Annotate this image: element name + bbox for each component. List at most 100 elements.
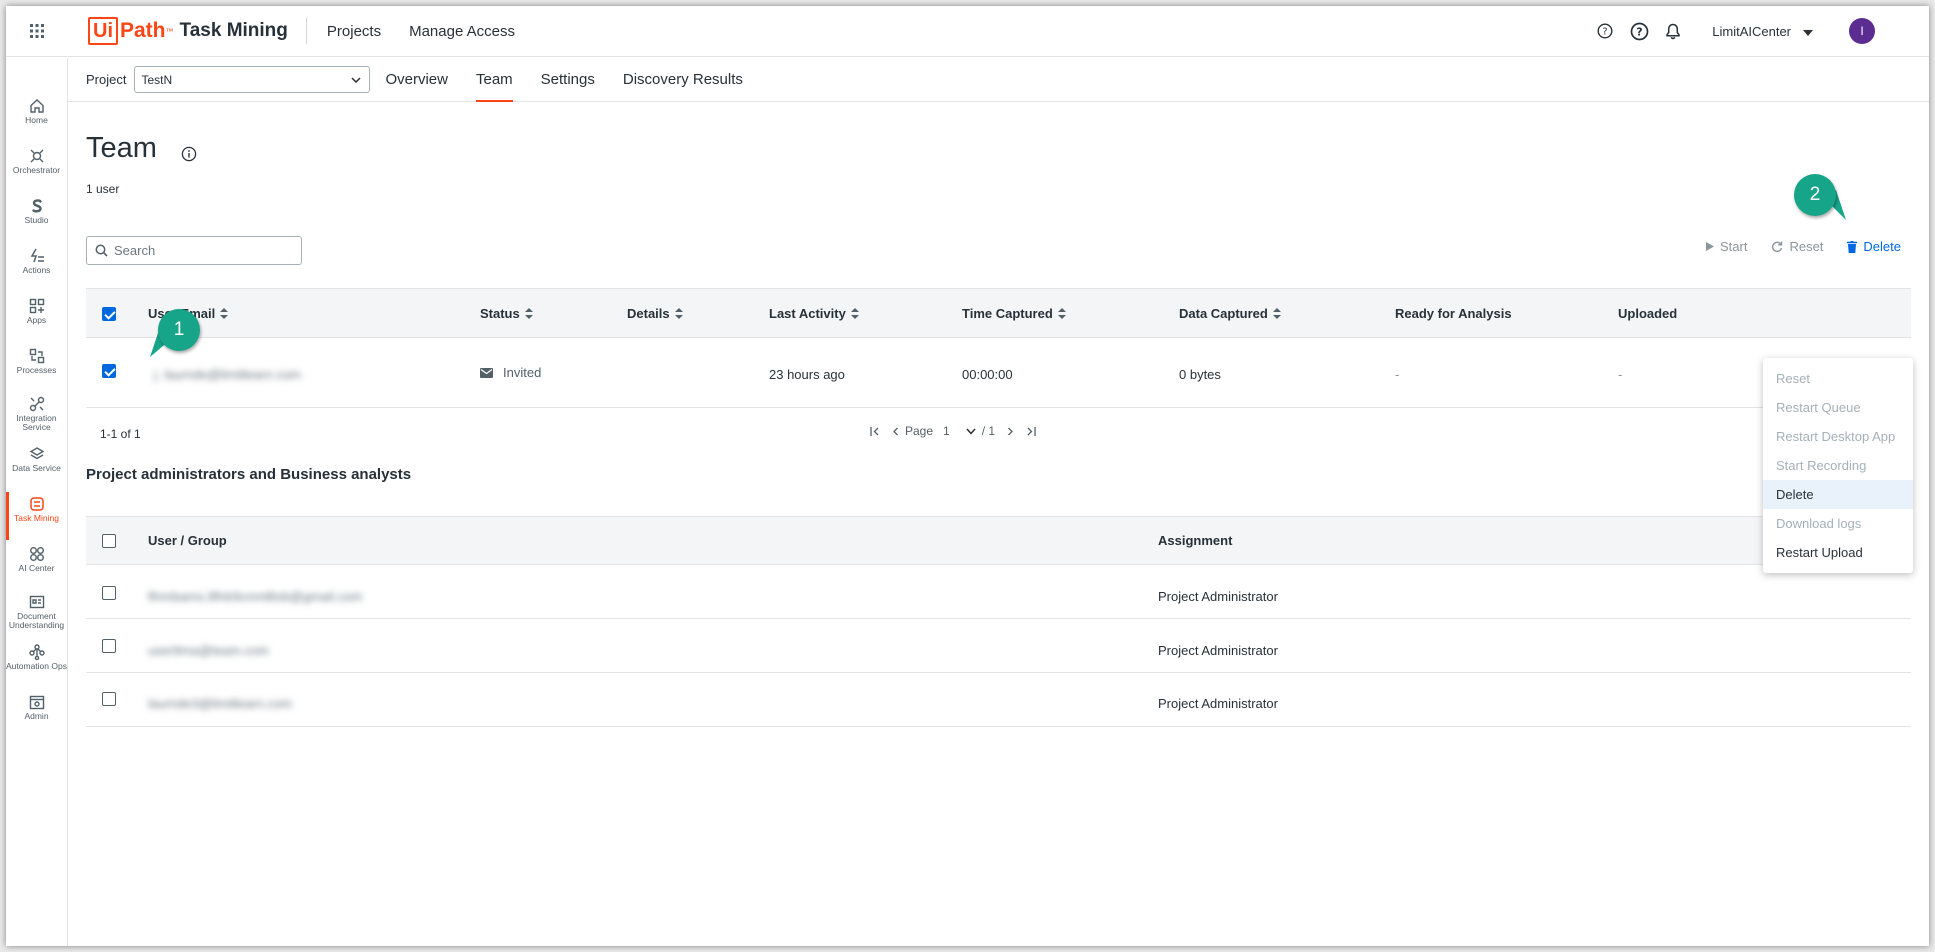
rail-item-home[interactable]: Home bbox=[6, 98, 67, 125]
rail-label: Studio bbox=[24, 215, 49, 225]
menu-item-start-recording[interactable]: Start Recording bbox=[1763, 451, 1913, 480]
menu-item-restart-upload[interactable]: Restart Upload bbox=[1763, 538, 1913, 567]
rail-item-processes[interactable]: Processes bbox=[6, 348, 67, 375]
mail-icon bbox=[480, 367, 493, 378]
column-ready-for-analysis: Ready for Analysis bbox=[1395, 306, 1512, 321]
start-button[interactable]: Start bbox=[1705, 239, 1747, 254]
sort-icon bbox=[674, 308, 683, 319]
refresh-icon bbox=[1771, 241, 1783, 253]
trash-icon bbox=[1847, 240, 1858, 253]
row-checkbox[interactable] bbox=[102, 639, 116, 653]
svg-text:?: ? bbox=[1603, 27, 1608, 38]
pagination: Page 1 / 1 bbox=[864, 424, 1042, 438]
project-select[interactable]: TestN bbox=[134, 66, 371, 93]
row-checkbox[interactable] bbox=[102, 692, 116, 706]
table-row[interactable]: lfmnbams.8fnk9cmnt8ob@gmail.com Project … bbox=[86, 565, 1911, 619]
first-page-icon[interactable] bbox=[870, 426, 880, 436]
page-total: / 1 bbox=[981, 424, 996, 438]
rail-item-studio[interactable]: Studio bbox=[6, 198, 67, 225]
column-status[interactable]: Status bbox=[480, 306, 533, 321]
status-cell: Invited bbox=[480, 365, 541, 380]
app-launcher-icon[interactable] bbox=[6, 6, 68, 57]
search-input[interactable] bbox=[114, 243, 284, 258]
tab-settings[interactable]: Settings bbox=[541, 58, 595, 102]
tab-overview[interactable]: Overview bbox=[385, 58, 448, 102]
team-table-header: User Email Status Details Last Activity … bbox=[86, 288, 1911, 338]
play-icon bbox=[1705, 242, 1714, 251]
account-name[interactable]: LimitAICenter bbox=[1712, 24, 1791, 39]
rail-item-ai-center[interactable]: AI Center bbox=[6, 546, 67, 573]
delete-button[interactable]: Delete bbox=[1847, 239, 1901, 254]
row-checkbox[interactable] bbox=[102, 364, 116, 378]
column-details[interactable]: Details bbox=[627, 306, 683, 321]
admins-select-all-checkbox[interactable] bbox=[102, 534, 116, 548]
rail-item-admin[interactable]: Admin bbox=[6, 694, 67, 721]
page-number-input[interactable]: 1 bbox=[943, 424, 950, 438]
actions-icon bbox=[30, 248, 44, 263]
row-checkbox[interactable] bbox=[102, 586, 116, 600]
project-subnav: Project TestN Overview Team Settings Dis… bbox=[68, 58, 1929, 102]
column-time-captured[interactable]: Time Captured bbox=[962, 306, 1066, 321]
rail-label: Actions bbox=[22, 265, 51, 275]
menu-item-download-logs[interactable]: Download logs bbox=[1763, 509, 1913, 538]
last-page-icon[interactable] bbox=[1026, 426, 1036, 436]
admin-assignment: Project Administrator bbox=[1158, 589, 1278, 604]
column-data-captured[interactable]: Data Captured bbox=[1179, 306, 1281, 321]
logo-trademark: ™ bbox=[165, 26, 174, 36]
rail-item-data-service[interactable]: Data Service bbox=[6, 446, 67, 473]
rail-item-apps[interactable]: Apps bbox=[6, 298, 67, 325]
integration-icon bbox=[29, 396, 44, 412]
project-label: Project bbox=[86, 72, 127, 87]
table-row[interactable]: j. laurnde@limitlearn.com Invited 23 hou… bbox=[86, 338, 1911, 408]
rail-label: Data Service bbox=[12, 463, 61, 473]
avatar[interactable]: I bbox=[1849, 18, 1875, 44]
nav-manage-access[interactable]: Manage Access bbox=[409, 23, 515, 40]
admin-user: lfmnbams.8fnk9cmnt8ob@gmail.com bbox=[148, 589, 363, 604]
tab-discovery-results[interactable]: Discovery Results bbox=[623, 58, 743, 102]
menu-item-reset[interactable]: Reset bbox=[1763, 364, 1913, 393]
menu-item-restart-queue[interactable]: Restart Queue bbox=[1763, 393, 1913, 422]
delete-button-label: Delete bbox=[1863, 239, 1901, 254]
rail-item-automation-ops[interactable]: Automation Ops bbox=[6, 644, 67, 671]
help-icon[interactable]: ? bbox=[1622, 22, 1656, 41]
info-icon[interactable] bbox=[181, 146, 197, 165]
bulk-actions: Start Reset Delete bbox=[1682, 239, 1901, 254]
logo-path: Path bbox=[120, 19, 166, 42]
column-uploaded: Uploaded bbox=[1618, 306, 1678, 321]
rail-item-task-mining[interactable]: Task Mining bbox=[6, 492, 67, 540]
notifications-bell-icon[interactable] bbox=[1656, 23, 1690, 40]
table-row[interactable]: user9ma@team.com Project Administrator bbox=[86, 619, 1911, 673]
rail-item-document-understanding[interactable]: Document Understanding bbox=[6, 594, 67, 630]
column-last-activity[interactable]: Last Activity bbox=[769, 306, 859, 321]
sort-icon bbox=[1057, 308, 1066, 319]
rail-label: Orchestrator bbox=[12, 165, 61, 175]
rail-item-actions[interactable]: Actions bbox=[6, 248, 67, 275]
rail-label: Document Understanding bbox=[8, 611, 65, 630]
orchestrator-icon bbox=[30, 149, 43, 163]
rail-item-orchestrator[interactable]: Orchestrator bbox=[6, 148, 67, 175]
admins-table-header: User / Group Assignment bbox=[86, 516, 1911, 565]
admin-assignment: Project Administrator bbox=[1158, 643, 1278, 658]
next-page-icon[interactable] bbox=[1007, 427, 1014, 436]
admin-icon bbox=[29, 695, 44, 710]
rail-label: Task Mining bbox=[14, 513, 59, 523]
rail-item-integration-service[interactable]: Integration Service bbox=[6, 396, 67, 432]
prev-page-icon[interactable] bbox=[892, 427, 899, 436]
account-caret-icon[interactable] bbox=[1803, 24, 1813, 39]
menu-item-delete[interactable]: Delete bbox=[1763, 480, 1913, 509]
menu-item-restart-desktop-app[interactable]: Restart Desktop App bbox=[1763, 422, 1913, 451]
automation-ops-icon bbox=[28, 644, 45, 660]
help-outline-icon[interactable]: ? bbox=[1588, 23, 1622, 39]
row-actions-menu: Reset Restart Queue Restart Desktop App … bbox=[1763, 358, 1913, 573]
tab-team[interactable]: Team bbox=[475, 58, 513, 102]
uipath-logo[interactable]: Ui Path ™ Task Mining bbox=[88, 17, 288, 45]
ai-center-icon bbox=[29, 547, 44, 561]
select-all-checkbox[interactable] bbox=[102, 307, 116, 321]
table-row[interactable]: laurnde3@limitlearn.com Project Administ… bbox=[86, 673, 1911, 727]
left-rail: Home Orchestrator Studio Actions Apps Pr… bbox=[6, 58, 68, 946]
apps-icon bbox=[29, 298, 44, 314]
reset-button[interactable]: Reset bbox=[1771, 239, 1823, 254]
top-bar: Ui Path ™ Task Mining Projects Manage Ac… bbox=[6, 6, 1929, 57]
nav-projects[interactable]: Projects bbox=[327, 23, 381, 40]
page-dropdown-chevron-icon[interactable] bbox=[966, 428, 976, 435]
